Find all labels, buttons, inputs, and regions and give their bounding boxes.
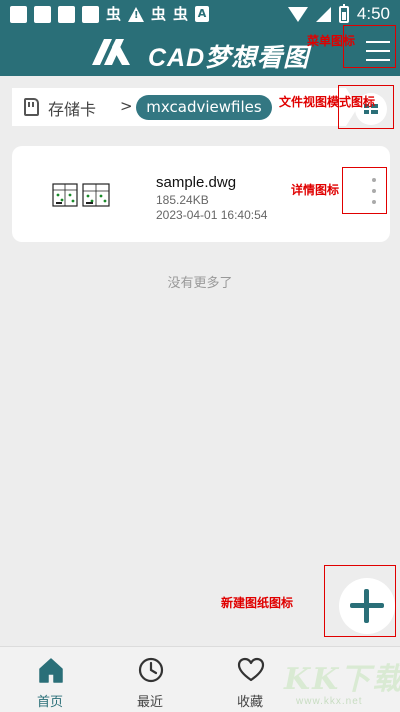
file-name: sample.dwg — [156, 174, 237, 191]
breadcrumb-separator: > — [120, 97, 133, 115]
file-size: 185.24KB — [156, 193, 209, 207]
nav-recent-label: 最近 — [136, 695, 163, 710]
status-bar: 虫 虫 虫 A 4:50 — [0, 0, 400, 28]
cad-logo-icon — [92, 39, 130, 65]
nav-recent[interactable]: 最近 — [100, 647, 200, 712]
clock-icon — [138, 657, 164, 683]
notification-square-icon — [58, 5, 75, 23]
cellular-signal-icon — [315, 6, 331, 22]
notification-bug-icon: 虫 — [106, 5, 122, 23]
home-icon — [39, 658, 63, 683]
new-drawing-button[interactable] — [339, 578, 395, 634]
annotation-box-menu — [343, 25, 396, 68]
notification-square-icon — [82, 5, 99, 23]
watermark-text: KK下载 — [284, 662, 400, 697]
watermark: KK下载 www.kkx.net — [280, 652, 400, 712]
list-end-text: 没有更多了 — [167, 276, 233, 291]
annotation-new-drawing: 新建图纸图标 — [221, 596, 294, 610]
dwg-thumbnail — [52, 183, 110, 207]
annotation-box-view-mode — [338, 85, 394, 129]
notification-square-icon — [34, 5, 51, 23]
battery-icon — [338, 3, 349, 23]
notification-bug-icon: 虫 — [151, 5, 167, 23]
app-title: CAD梦想看图 — [148, 44, 310, 72]
annotation-box-detail — [342, 167, 387, 214]
annotation-detail: 详情图标 — [291, 183, 340, 197]
file-date: 2023-04-01 16:40:54 — [156, 208, 268, 222]
notification-square-icon — [10, 5, 27, 23]
notification-a-icon: A — [195, 6, 210, 22]
heart-icon — [237, 657, 265, 682]
nav-home-label: 首页 — [36, 695, 63, 710]
breadcrumb-storage[interactable]: 存储卡 — [48, 96, 96, 120]
status-time: 4:50 — [356, 4, 390, 23]
nav-home[interactable]: 首页 — [0, 647, 100, 712]
notification-bug-icon: 虫 — [173, 5, 189, 23]
sd-card-icon — [24, 98, 39, 116]
warning-icon — [128, 6, 145, 22]
watermark-url: www.kkx.net — [296, 696, 363, 707]
wifi-icon — [287, 6, 308, 22]
breadcrumb-current-folder[interactable]: mxcadviewfiles — [136, 95, 272, 120]
